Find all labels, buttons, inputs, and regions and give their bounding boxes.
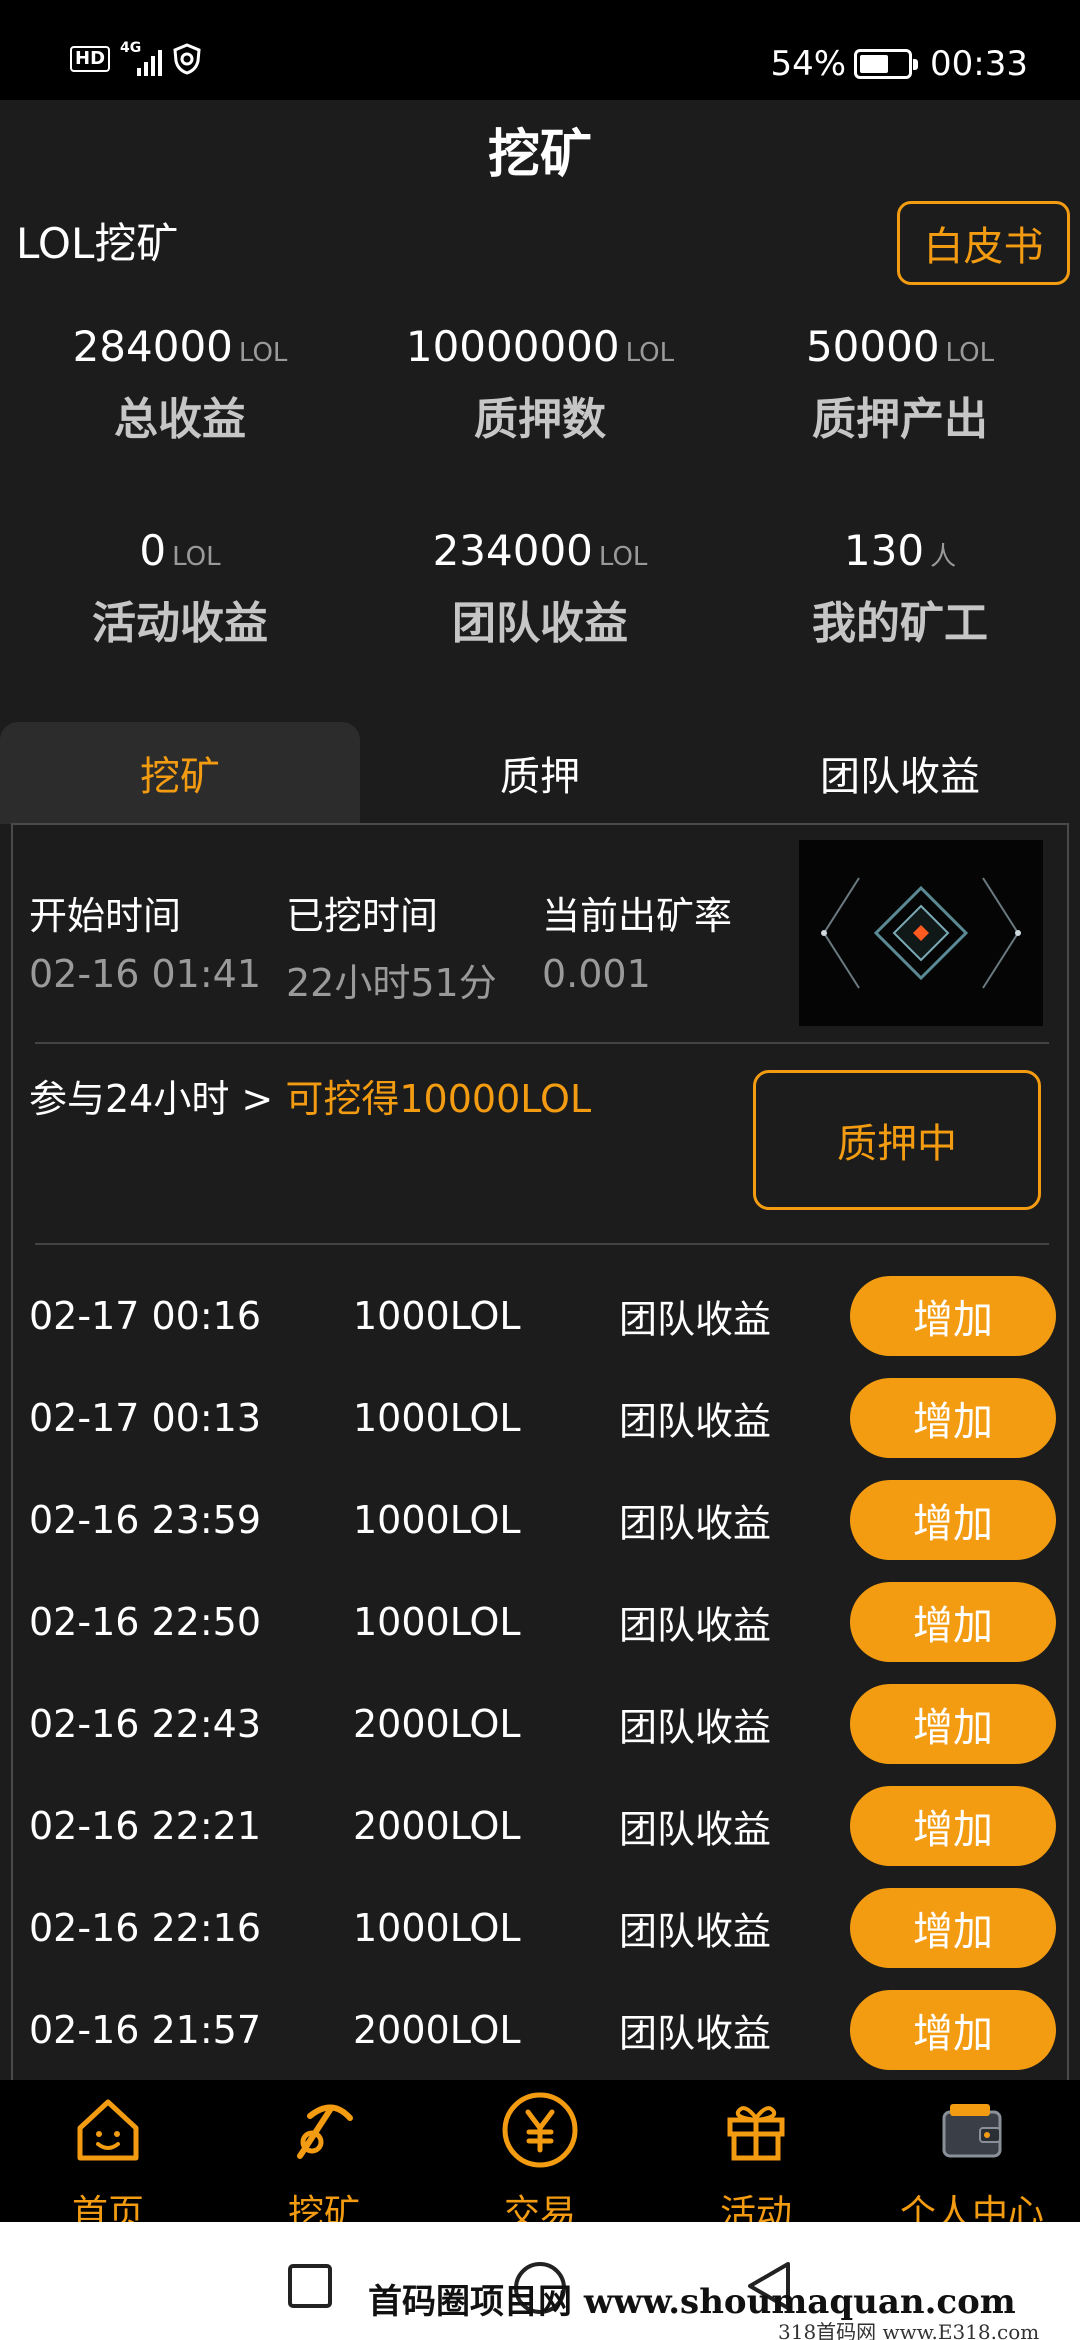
stat-pledge-amount: 10000000 LOL 质押数 [405, 322, 675, 445]
status-right: 54% 00:33 [770, 44, 1028, 84]
add-button[interactable]: 增加 [850, 1480, 1056, 1560]
home-icon [77, 2099, 139, 2161]
add-button[interactable]: 增加 [850, 1888, 1056, 1968]
clock: 00:33 [930, 44, 1028, 84]
start-time-block: 开始时间 02-16 01:41 [29, 894, 262, 996]
page-title: 挖矿 [487, 125, 592, 185]
tab-pledge[interactable]: 质押 [360, 722, 720, 824]
tab-bar: 挖矿 质押 团队收益 [0, 722, 1080, 824]
status-bar: HD 4G 54% 00:33 [0, 0, 1080, 100]
record-row: 02-16 22:21 2000LOL 团队收益 增加 [13, 1775, 1067, 1877]
record-row: 02-16 21:57 2000LOL 团队收益 增加 [13, 1979, 1067, 2080]
record-row: 02-17 00:16 1000LOL 团队收益 增加 [13, 1265, 1067, 1367]
tab-mining[interactable]: 挖矿 [0, 722, 360, 824]
add-button[interactable]: 增加 [850, 1276, 1056, 1356]
mining-rate-block: 当前出矿率 0.001 [542, 894, 733, 996]
nav-trade[interactable]: 交易 [432, 2080, 648, 2234]
yuan-icon [502, 2092, 578, 2168]
gift-icon [727, 2106, 785, 2161]
hd-badge: HD [70, 46, 111, 72]
nav-mining[interactable]: 挖矿 [216, 2080, 432, 2234]
nav-home[interactable]: 首页 [0, 2080, 216, 2234]
watermark-secondary-text: 318首码网 www.E318.com [778, 2320, 1040, 2340]
add-button[interactable]: 增加 [850, 1786, 1056, 1866]
nav-profile[interactable]: 个人中心 [864, 2080, 1080, 2234]
mining-panel: 开始时间 02-16 01:41 已挖时间 22小时51分 当前出矿率 0.00… [11, 823, 1069, 2080]
recent-apps-icon[interactable] [286, 2262, 334, 2310]
record-row: 02-16 22:16 1000LOL 团队收益 增加 [13, 1877, 1067, 1979]
signal-icon: 4G [120, 40, 163, 76]
add-button[interactable]: 增加 [850, 1684, 1056, 1764]
divider [35, 1243, 1049, 1245]
record-row: 02-17 00:13 1000LOL 团队收益 增加 [13, 1367, 1067, 1469]
bottom-nav: 首页 挖矿 交易 活动 个人中心 [0, 2080, 1080, 2234]
battery-icon [854, 49, 919, 79]
record-row: 02-16 23:59 1000LOL 团队收益 增加 [13, 1469, 1067, 1571]
add-button[interactable]: 增加 [850, 1582, 1056, 1662]
battery-percent: 54% [770, 44, 847, 84]
divider [35, 1042, 1049, 1044]
record-row: 02-16 22:43 2000LOL 团队收益 增加 [13, 1673, 1067, 1775]
join-reward-text: 参与24小时 > 可挖得10000LOL [29, 1077, 592, 1121]
mining-animation-image [799, 840, 1043, 1026]
wallet-icon [942, 2104, 1002, 2158]
elapsed-time-block: 已挖时间 22小时51分 [286, 894, 497, 1005]
stat-team-earnings: 234000 LOL 团队收益 [432, 526, 648, 649]
record-row: 02-16 22:50 1000LOL 团队收益 增加 [13, 1571, 1067, 1673]
stat-activity-earnings: 0 LOL 活动收益 [92, 526, 268, 649]
nav-activity[interactable]: 活动 [648, 2080, 864, 2234]
shield-icon [173, 43, 201, 75]
section-title: LOL挖矿 [16, 219, 179, 268]
pickaxe-icon [297, 2104, 353, 2159]
pledging-button[interactable]: 质押中 [753, 1070, 1041, 1210]
add-button[interactable]: 增加 [850, 1378, 1056, 1458]
tab-team-earnings[interactable]: 团队收益 [720, 722, 1080, 824]
stat-my-miners: 130 人 我的矿工 [812, 526, 988, 649]
stat-pledge-output: 50000 LOL 质押产出 [805, 322, 995, 445]
whitepaper-button[interactable]: 白皮书 [897, 201, 1070, 285]
add-button[interactable]: 增加 [850, 1990, 1056, 2070]
status-left: HD 4G [70, 40, 202, 76]
stat-total-earnings: 284000 LOL 总收益 [72, 322, 288, 445]
